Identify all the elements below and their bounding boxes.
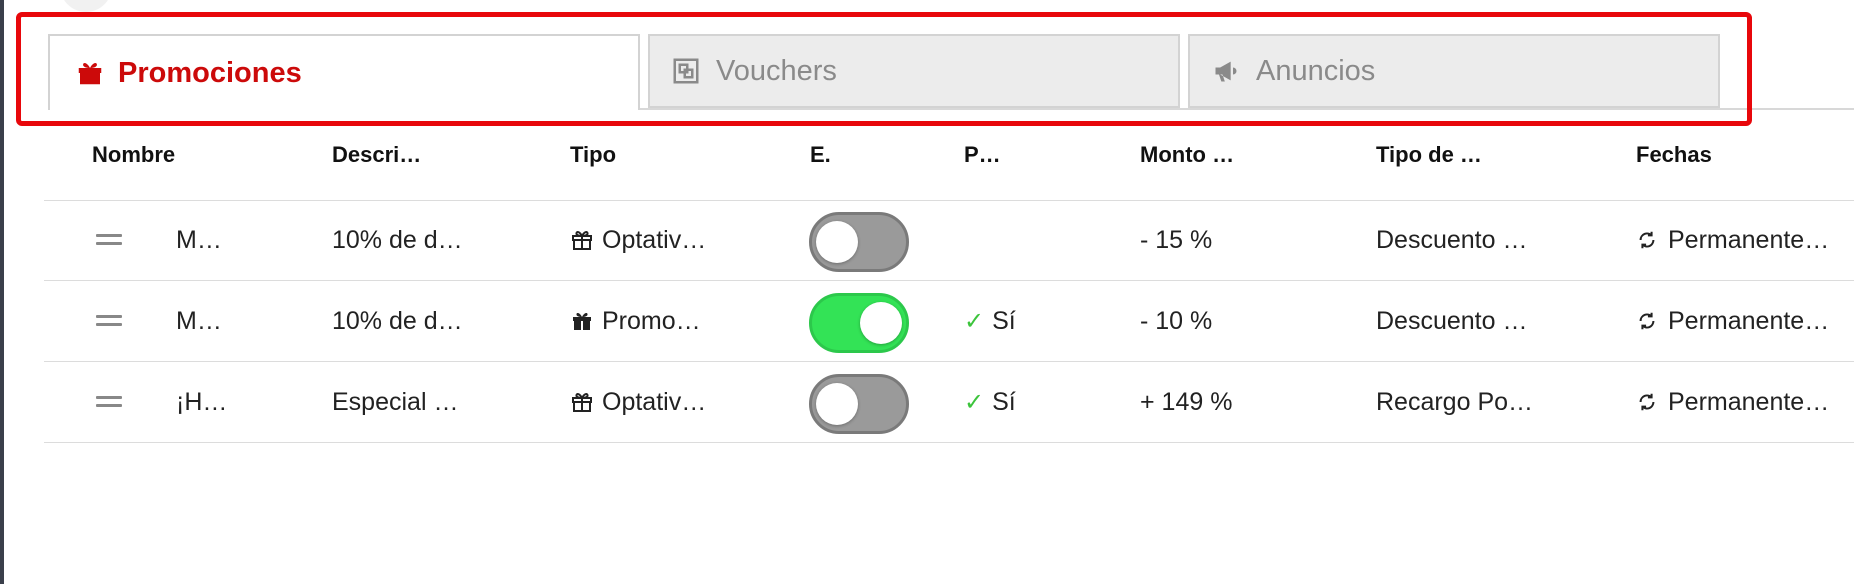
tab-bar: Promociones Vouchers Anuncios [48, 34, 1854, 110]
header-fechas[interactable]: Fechas [1636, 142, 1712, 168]
cell-tipo-de: Descuento … [1376, 225, 1528, 254]
toggle-knob [860, 302, 902, 344]
cell-p-text: Sí [992, 306, 1016, 335]
cell-monto: - 10 % [1140, 306, 1213, 335]
enabled-toggle[interactable] [809, 212, 909, 272]
promotions-table: Nombre Descri… Tipo E. P… Monto … Tipo d… [44, 130, 1854, 443]
cell-tipo-de: Recargo Po… [1376, 387, 1534, 416]
table-row[interactable]: M… 10% de d… Promo… ✓ Sí - 10 % Descuent… [44, 281, 1854, 362]
sync-icon [1636, 229, 1658, 251]
gift-outline-icon [570, 228, 594, 252]
cell-fechas: Permanente… [1636, 362, 1829, 442]
gift-icon [570, 309, 594, 333]
check-icon: ✓ [964, 388, 985, 416]
voucher-icon [670, 55, 702, 87]
tab-promociones-label: Promociones [118, 56, 302, 89]
enabled-toggle[interactable] [809, 374, 909, 434]
header-descripcion[interactable]: Descri… [332, 142, 421, 168]
drag-handle-icon[interactable] [96, 396, 122, 412]
megaphone-icon [1210, 55, 1242, 87]
cell-nombre: M… [176, 306, 222, 335]
cell-descripcion: 10% de d… [332, 306, 463, 335]
cell-p: ✓ Sí [964, 362, 1016, 442]
toggle-knob [816, 383, 858, 425]
check-icon: ✓ [964, 307, 985, 335]
cell-tipo: Optativ… [570, 200, 706, 280]
toggle-knob [816, 221, 858, 263]
cell-tipo-text: Optativ… [602, 387, 707, 416]
header-tipo[interactable]: Tipo [570, 142, 616, 168]
table-header: Nombre Descri… Tipo E. P… Monto … Tipo d… [44, 130, 1854, 201]
gift-icon [74, 57, 106, 89]
tab-vouchers[interactable]: Vouchers [648, 34, 1180, 108]
left-sidebar-edge [0, 0, 4, 584]
header-tipo-de[interactable]: Tipo de … [1376, 142, 1482, 168]
tab-anuncios[interactable]: Anuncios [1188, 34, 1720, 108]
tab-promociones[interactable]: Promociones [48, 34, 640, 110]
cell-fechas-text: Permanente… [1668, 306, 1830, 335]
cell-tipo-text: Promo… [602, 306, 701, 335]
table-row[interactable]: ¡H… Especial … Optativ… ✓ Sí + 149 % Rec… [44, 362, 1854, 443]
avatar-partial [60, 0, 112, 12]
cell-tipo: Promo… [570, 281, 701, 361]
cell-tipo-text: Optativ… [602, 225, 707, 254]
cell-p: ✓ Sí [964, 281, 1016, 361]
cell-nombre: ¡H… [176, 387, 228, 416]
cell-fechas: Permanente… [1636, 200, 1829, 280]
cell-descripcion: Especial … [332, 387, 459, 416]
tab-anuncios-label: Anuncios [1256, 54, 1376, 87]
gift-outline-icon [570, 390, 594, 414]
cell-tipo: Optativ… [570, 362, 706, 442]
cell-tipo-de: Descuento … [1376, 306, 1528, 335]
sync-icon [1636, 310, 1658, 332]
cell-descripcion: 10% de d… [332, 225, 463, 254]
cell-monto: - 15 % [1140, 225, 1213, 254]
sync-icon [1636, 391, 1658, 413]
cell-fechas-text: Permanente… [1668, 387, 1830, 416]
table-row[interactable]: M… 10% de d… Optativ… - 15 % Descuento …… [44, 200, 1854, 281]
cell-fechas: Permanente… [1636, 281, 1829, 361]
header-estado[interactable]: E. [810, 142, 831, 168]
drag-handle-icon[interactable] [96, 234, 122, 250]
cell-p-text: Sí [992, 387, 1016, 416]
header-p[interactable]: P… [964, 142, 1001, 168]
cell-fechas-text: Permanente… [1668, 225, 1830, 254]
cell-nombre: M… [176, 225, 222, 254]
cell-monto: + 149 % [1140, 387, 1233, 416]
enabled-toggle[interactable] [809, 293, 909, 353]
drag-handle-icon[interactable] [96, 315, 122, 331]
tab-vouchers-label: Vouchers [716, 54, 837, 87]
header-monto[interactable]: Monto … [1140, 142, 1234, 168]
header-nombre[interactable]: Nombre [92, 142, 175, 168]
